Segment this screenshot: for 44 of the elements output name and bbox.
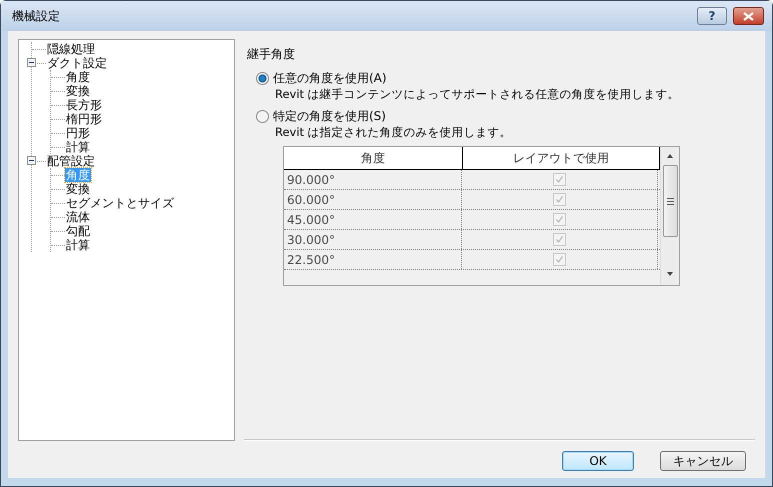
- tree-item[interactable]: 勾配: [65, 224, 91, 238]
- option-description: Revit は指定された角度のみを使用します。: [275, 125, 513, 140]
- dialog-button[interactable]: キャンセル: [660, 451, 746, 471]
- tree-item[interactable]: 配管設定: [46, 154, 96, 168]
- scroll-down-icon[interactable]: [666, 271, 674, 277]
- checkbox[interactable]: [553, 233, 566, 246]
- close-icon: [742, 12, 755, 20]
- radio-button[interactable]: [256, 72, 269, 84]
- checkbox[interactable]: [553, 213, 566, 226]
- option-description: Revit は継手コンテンツによってサポートされる任意の角度を使用します。: [275, 87, 681, 102]
- collapse-icon[interactable]: [27, 58, 36, 67]
- radio-label[interactable]: 特定の角度を使用(S): [273, 108, 386, 124]
- tree-item[interactable]: 計算: [65, 238, 91, 252]
- column-header[interactable]: 角度: [284, 147, 463, 169]
- tree-item[interactable]: 円形: [65, 126, 91, 140]
- checkbox[interactable]: [553, 253, 566, 266]
- table-cell: 45.000°: [284, 210, 462, 229]
- tree-item[interactable]: セグメントとサイズ: [65, 196, 175, 210]
- collapse-icon[interactable]: [27, 156, 36, 165]
- radio-label[interactable]: 任意の角度を使用(A): [273, 70, 387, 86]
- tree-item[interactable]: ダクト設定: [46, 56, 108, 70]
- table-cell: 22.500°: [284, 250, 462, 269]
- checkbox[interactable]: [553, 173, 566, 186]
- tree-item[interactable]: 変換: [65, 182, 91, 196]
- table-cell: 30.000°: [284, 230, 462, 249]
- radio-button[interactable]: [256, 110, 269, 122]
- help-button[interactable]: ?: [697, 7, 727, 25]
- section-heading: 継手角度: [247, 46, 296, 63]
- window-title: 機械設定: [12, 8, 61, 24]
- table-cell: 90.000°: [284, 170, 462, 189]
- tree-item[interactable]: 隠線処理: [46, 42, 96, 56]
- close-button[interactable]: [733, 7, 764, 25]
- tree-item[interactable]: 長方形: [65, 98, 103, 112]
- tree-item[interactable]: 角度: [65, 70, 91, 84]
- checkbox[interactable]: [553, 193, 566, 206]
- table-cell: 60.000°: [284, 190, 462, 209]
- tree-item[interactable]: 計算: [65, 140, 91, 154]
- scroll-up-icon[interactable]: [666, 153, 674, 159]
- grip-icon: [666, 198, 674, 204]
- tree-item[interactable]: 楕円形: [65, 112, 103, 126]
- scrollbar-thumb[interactable]: [662, 165, 678, 237]
- tree-item[interactable]: 流体: [65, 210, 91, 224]
- dialog-button[interactable]: OK: [562, 451, 634, 471]
- tree-item[interactable]: 変換: [65, 84, 91, 98]
